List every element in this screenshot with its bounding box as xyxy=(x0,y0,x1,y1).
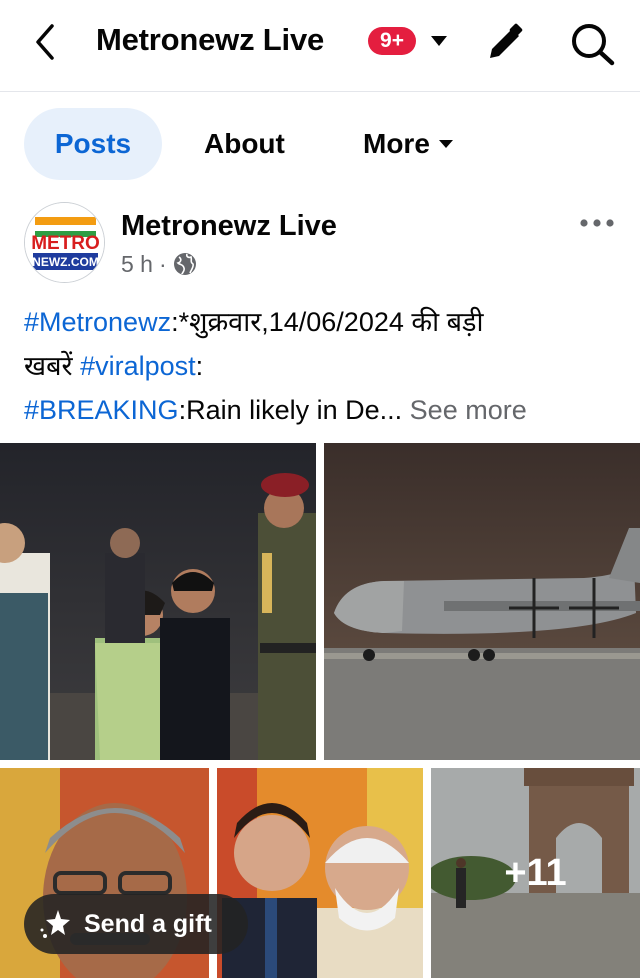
caret-down-icon[interactable] xyxy=(430,34,448,48)
tab-more-label: More xyxy=(363,128,430,159)
logo-text-bottom: NEWZ.COM xyxy=(32,255,99,269)
photo-greeting-ceremony xyxy=(0,443,316,760)
chevron-left-icon xyxy=(36,24,54,60)
tab-posts[interactable]: Posts xyxy=(24,108,162,180)
search-icon xyxy=(572,24,615,66)
post-text-segment: :*शुक्रवार,14/06/2024 की बड़ी xyxy=(171,307,484,337)
gift-sparkle-icon xyxy=(40,910,70,938)
caret-down-icon xyxy=(438,139,453,148)
back-button[interactable] xyxy=(28,22,64,62)
more-horizontal-icon xyxy=(580,219,614,227)
send-gift-label: Send a gift xyxy=(84,909,212,938)
post-photo-1[interactable] xyxy=(0,443,316,760)
post-photo-4[interactable] xyxy=(217,768,423,978)
post-text-segment: खबरें xyxy=(24,351,81,381)
page-header: Metronewz Live 9+ xyxy=(0,0,640,92)
post-text: #Metronewz:*शुक्रवार,14/06/2024 की बड़ी … xyxy=(24,300,624,432)
hashtag-link[interactable]: #Metronewz xyxy=(24,307,171,337)
tab-more[interactable]: More xyxy=(363,108,454,180)
globe-icon xyxy=(173,253,196,275)
send-gift-button[interactable]: Send a gift xyxy=(24,894,248,954)
page-title[interactable]: Metronewz Live xyxy=(96,20,324,60)
pencil-icon xyxy=(490,23,523,58)
meta-separator: · xyxy=(158,251,167,277)
post-options-button[interactable] xyxy=(578,208,616,238)
post-time[interactable]: 5 h xyxy=(121,249,153,279)
search-button[interactable] xyxy=(568,20,616,66)
post-text-segment: :Rain likely in De... xyxy=(178,395,403,425)
page-tabs: Posts About More xyxy=(0,108,640,180)
hashtag-link[interactable]: #viralpost xyxy=(80,351,196,381)
avatar[interactable]: METRO NEWZ.COM xyxy=(24,202,105,283)
logo-text-top: METRO xyxy=(31,233,100,254)
post-text-line-1: #Metronewz:*शुक्रवार,14/06/2024 की बड़ी xyxy=(24,300,624,344)
metronewz-logo: METRO NEWZ.COM xyxy=(25,203,104,282)
photo-two-leaders xyxy=(217,768,423,978)
edit-button[interactable] xyxy=(484,22,526,64)
post-photo-5[interactable]: +11 xyxy=(431,768,640,978)
hashtag-link[interactable]: #BREAKING xyxy=(24,395,179,425)
post-author[interactable]: Metronewz Live xyxy=(121,208,337,244)
more-photos-count[interactable]: +11 xyxy=(431,768,640,978)
post-meta: 5 h · xyxy=(121,249,197,279)
tab-about[interactable]: About xyxy=(204,108,285,180)
post-photo-2[interactable] xyxy=(324,443,640,760)
post-text-segment: : xyxy=(195,351,204,381)
post-text-line-2: खबरें #viralpost: xyxy=(24,344,624,388)
notification-badge: 9+ xyxy=(368,27,416,55)
see-more-link[interactable]: See more xyxy=(410,395,527,425)
post-text-line-3: #BREAKING:Rain likely in De... See more xyxy=(24,388,624,432)
photo-aircraft xyxy=(324,443,640,760)
